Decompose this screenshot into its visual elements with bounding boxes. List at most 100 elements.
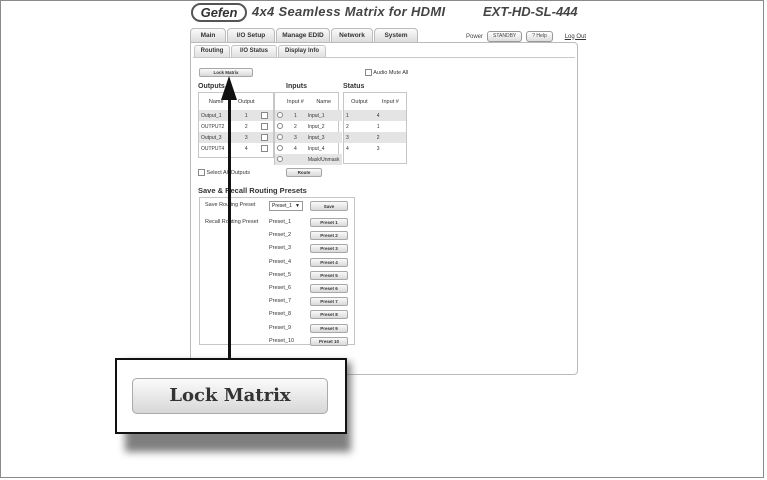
table-row: OUTPUT4 4	[199, 143, 273, 154]
save-preset-value: Preset_1	[272, 203, 293, 209]
status-output: 3	[344, 132, 375, 143]
standby-button[interactable]: STANDBY	[487, 31, 523, 42]
col-status-output: Output	[351, 98, 368, 105]
save-preset-select[interactable]: Preset_1 ▼	[269, 201, 303, 211]
gefen-logo: Gefen	[191, 3, 247, 22]
recall-preset-button[interactable]: Preset 9	[310, 323, 348, 333]
output-checkbox[interactable]	[261, 123, 269, 130]
input-number: 1	[285, 110, 306, 121]
preset-name: Preset_1	[269, 219, 292, 225]
recall-preset-button[interactable]: Preset 10	[310, 336, 348, 346]
status-output: 2	[346, 123, 349, 130]
output-number: 4	[244, 145, 248, 152]
main-tabs: Main I/O Setup Manage EDID Network Syste…	[190, 28, 419, 43]
zoom-callout: Lock Matrix	[115, 358, 347, 434]
col-input-num: Input #	[287, 98, 304, 105]
recall-preset-button[interactable]: Preset 7	[310, 297, 348, 307]
chevron-down-icon: ▼	[295, 203, 300, 209]
input-radio[interactable]	[277, 123, 283, 130]
save-preset-button[interactable]: Save	[310, 201, 348, 211]
presets-box: Save Routing Preset Preset_1 ▼ Save Reca…	[199, 197, 355, 346]
table-row: 4 Input_4	[275, 143, 342, 154]
output-checkbox[interactable]	[261, 145, 269, 152]
status-output: 1	[344, 110, 375, 121]
input-radio[interactable]	[277, 134, 283, 141]
output-checkbox[interactable]	[261, 134, 269, 141]
tab-system[interactable]: System	[374, 28, 418, 42]
input-name: Input_1	[305, 110, 342, 121]
table-row: 14	[344, 110, 406, 121]
preset-name: Preset_9	[269, 324, 292, 331]
col-status-input: Input #	[381, 98, 399, 105]
outputs-table: Name Output Output_1 1 OUTPUT2 2 Output_3 3 …	[199, 93, 273, 154]
recall-preset-button[interactable]: Preset 1	[310, 218, 348, 227]
table-row: 1 Input_1	[275, 110, 342, 121]
tab-network[interactable]: Network	[331, 28, 373, 42]
select-all-outputs[interactable]: Select All Outputs	[198, 169, 250, 176]
help-button[interactable]: ? Help	[526, 31, 553, 42]
table-row: 32	[344, 132, 406, 143]
main-panel: Routing I/O Status Display Info Lock Mat…	[190, 42, 578, 375]
input-number: 2	[294, 123, 297, 130]
recall-preset-button[interactable]: Preset 8	[310, 310, 348, 320]
route-button[interactable]: Route	[286, 168, 322, 177]
product-title: 4x4 Seamless Matrix for HDMI	[252, 4, 446, 19]
input-name: Input_2	[307, 123, 325, 130]
output-number: 2	[244, 123, 248, 130]
inputs-table: Input # Name 1 Input_1 2 Input_2 3 Input_3 4…	[275, 93, 342, 165]
input-number: 3	[285, 132, 306, 143]
input-number	[285, 154, 306, 165]
table-row: Output_3 3	[199, 132, 273, 143]
sub-tabs: Routing I/O Status Display Info	[194, 45, 327, 57]
table-row: Mask/Unmask	[275, 154, 342, 165]
presets-heading: Save & Recall Routing Presets	[198, 186, 307, 195]
preset-name: Preset_4	[269, 258, 292, 265]
recall-preset-label: Recall Routing Preset	[205, 219, 259, 225]
input-radio[interactable]	[277, 112, 283, 119]
table-row: Output_1 1	[199, 110, 273, 121]
input-radio[interactable]	[277, 145, 283, 152]
status-table: Output Input # 14 21 32 43	[344, 93, 406, 154]
preset-name: Preset_8	[269, 311, 292, 318]
audio-mute-all-checkbox[interactable]	[365, 69, 372, 76]
power-label: Power	[466, 33, 484, 40]
output-number: 3	[233, 132, 260, 143]
input-name: Input_3	[305, 132, 342, 143]
recall-preset-button[interactable]: Preset 3	[310, 244, 348, 254]
inputs-heading: Inputs	[286, 83, 307, 90]
tab-io-setup[interactable]: I/O Setup	[227, 28, 275, 42]
recall-preset-button[interactable]: Preset 5	[310, 270, 348, 280]
table-row: 2 Input_2	[275, 121, 342, 132]
subtab-io-status[interactable]: I/O Status	[231, 45, 277, 57]
preset-name: Preset_2	[269, 232, 292, 239]
recall-preset-button[interactable]: Preset 2	[310, 231, 348, 241]
mask-radio[interactable]	[277, 156, 283, 163]
subtab-divider	[193, 57, 575, 58]
status-input: 1	[376, 123, 380, 130]
input-number: 4	[294, 145, 297, 152]
table-row: 21	[344, 121, 406, 132]
select-all-checkbox[interactable]	[198, 169, 205, 176]
recall-preset-button[interactable]: Preset 4	[310, 257, 348, 267]
preset-name: Preset_6	[269, 285, 292, 291]
recall-preset-button[interactable]: Preset 6	[310, 284, 348, 293]
col-input-name: Name	[316, 98, 331, 105]
subtab-display-info[interactable]: Display Info	[278, 45, 326, 57]
logout-link[interactable]: Log Out	[565, 34, 586, 40]
subtab-routing[interactable]: Routing	[194, 45, 230, 57]
preset-name: Preset_10	[269, 337, 295, 344]
tab-manage-edid[interactable]: Manage EDID	[276, 28, 330, 42]
status-input: 3	[376, 145, 380, 152]
preset-name: Preset_3	[269, 245, 292, 252]
zoomed-lock-matrix-button: Lock Matrix	[132, 378, 328, 414]
arrow-shaft	[228, 96, 231, 368]
tab-main[interactable]: Main	[190, 28, 226, 42]
output-checkbox[interactable]	[261, 112, 269, 119]
top-right-controls: Power STANDBY ? Help Log Out	[466, 31, 586, 42]
audio-mute-all-label: Audio Mute All	[373, 69, 409, 76]
mask-unmask-label: Mask/Unmask	[305, 154, 342, 165]
audio-mute-all[interactable]: Audio Mute All	[365, 69, 408, 76]
input-name: Input_4	[307, 145, 325, 152]
preset-name: Preset_5	[269, 271, 292, 278]
status-input: 4	[374, 110, 406, 121]
